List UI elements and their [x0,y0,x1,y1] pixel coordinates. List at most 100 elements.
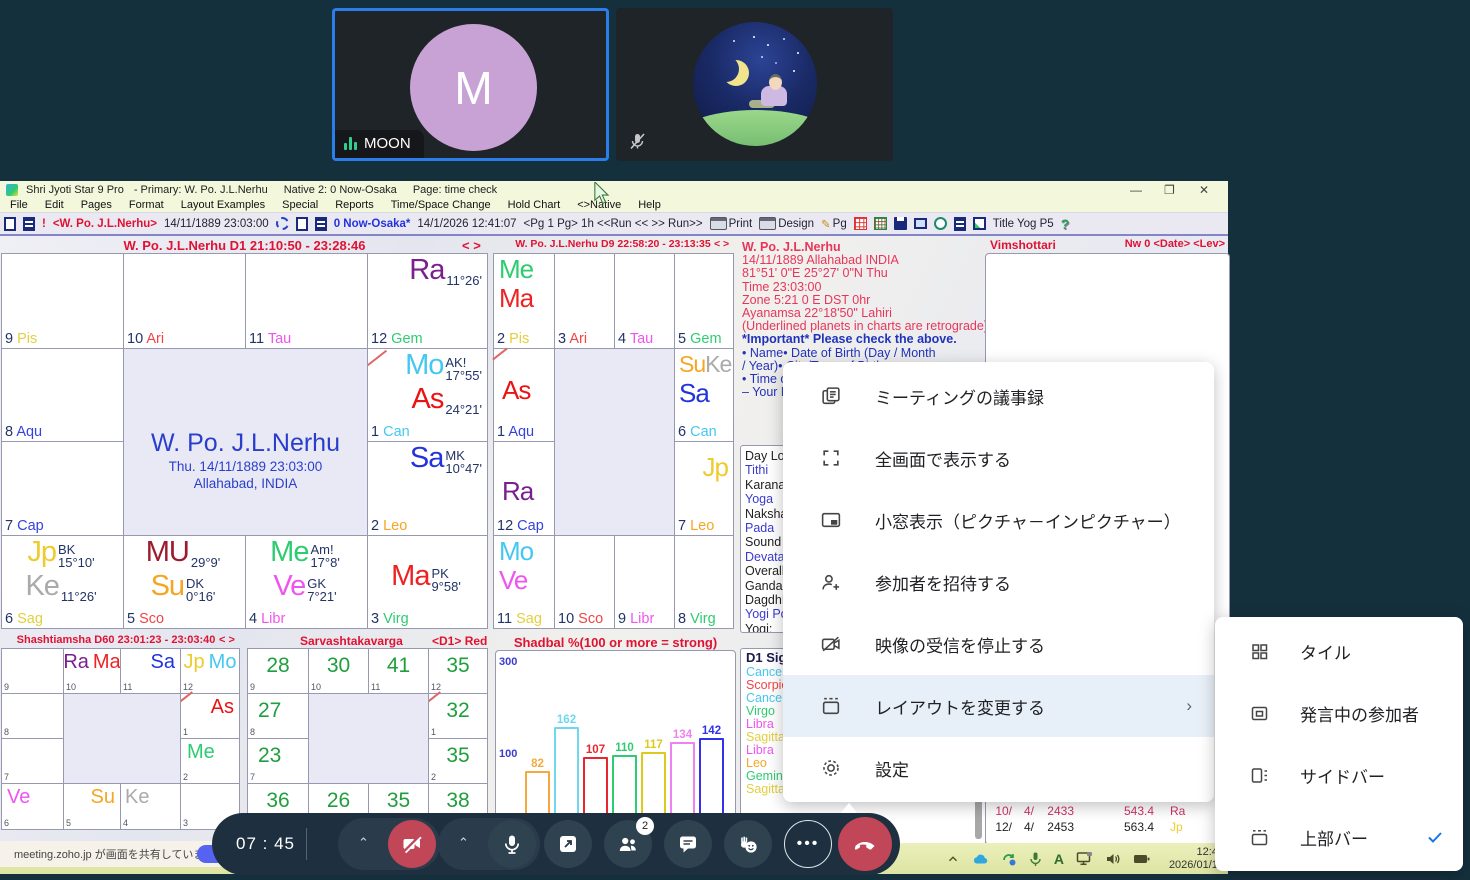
screen-share-banner: meeting.zoho.jp が画面を共有しています。 [0,841,246,867]
menu-hold-chart[interactable]: Hold Chart [508,199,561,211]
layout-submenu: タイル 発言中の参加者 サイドバー 上部バー [1215,617,1463,871]
d60-nav-arrows[interactable]: < > [219,634,235,646]
print-label[interactable]: Print [729,218,753,230]
design-label[interactable]: Design [778,218,814,230]
reactions-button[interactable] [724,820,772,868]
planet-entry: MU29°9' [146,538,220,569]
minimize-button[interactable]: — [1130,183,1142,197]
menu-pages[interactable]: Pages [81,199,112,211]
d9-nav-arrows[interactable]: < > [714,238,729,250]
grid-multi-icon[interactable] [874,217,887,230]
y-tick: 100 [499,748,517,760]
cloud-icon[interactable] [972,852,989,866]
battery-icon[interactable] [1133,853,1150,865]
app-title-native2: Native 2: 0 Now-Osaka [284,184,397,196]
menu-item-settings[interactable]: 設定 [783,737,1214,799]
participants-badge: 2 [636,817,654,835]
menu-edit[interactable]: Edit [45,199,64,211]
print-icon[interactable] [710,217,727,230]
native2-selector[interactable]: 0 Now-Osaka* [334,218,411,230]
submenu-item-top-bar[interactable]: 上部バー [1215,806,1463,868]
submenu-item-label: サイドバー [1300,763,1385,788]
end-call-button[interactable] [838,817,892,871]
video-tile-moon[interactable]: M MOON [332,8,609,161]
title-yog-label[interactable]: Title Yog P5 [993,218,1054,230]
fullscreen-icon [820,447,842,469]
mic-toggle-button[interactable] [488,820,536,868]
menu-item-label: 全画面で表示する [875,446,1011,471]
avatar-image [693,22,817,146]
submenu-item-sidebar[interactable]: サイドバー [1215,744,1463,806]
menu-reports[interactable]: Reports [335,199,374,211]
d60-cell: 7 [1,738,64,784]
open-chart2-icon[interactable] [315,217,327,231]
d1-cell: MeAm!17°8' VeGK7°21' 4 Libr [245,535,368,629]
d1-cell: 8 Aqu [1,348,124,442]
video-tile-2[interactable] [616,8,893,161]
menu-help[interactable]: Help [638,199,661,211]
taskbar-clock[interactable]: 12:41 2026/01/14 [1152,846,1224,871]
native1-selector[interactable]: <W. Po. J.L.Nerhu> [53,218,157,230]
sign-row: Leo [746,756,767,770]
clock-icon[interactable] [934,217,947,230]
chat-button[interactable] [664,820,712,868]
maximize-button[interactable]: ❐ [1164,183,1175,197]
refresh-icon[interactable] [276,217,289,230]
vim-header-right: Nw 0 <Date> <Lev> [1100,238,1225,250]
planet-entry: Ke11°26' [25,572,96,603]
planet-entry: SuKe [679,351,731,377]
menu-layout-examples[interactable]: Layout Examples [181,199,265,211]
menu-item-change-layout[interactable]: レイアウトを変更する › [783,675,1214,737]
menu-special[interactable]: Special [282,199,318,211]
tray-chevron-icon[interactable] [946,852,960,866]
sav-cell: 278 [247,693,309,739]
speaker-icon[interactable] [1105,852,1121,866]
sync-icon[interactable] [1001,851,1017,867]
submenu-item-tile[interactable]: タイル [1215,620,1463,682]
menu-item-fullscreen[interactable]: 全画面で表示する [783,427,1214,489]
menu-time-space-change[interactable]: Time/Space Change [391,199,491,211]
screen-icon[interactable] [914,218,927,229]
pencil-icon[interactable]: ✎ [821,217,831,231]
mic-options-chevron[interactable]: ⌃ [458,835,469,851]
top-bar-layout-icon [1249,827,1270,848]
d60-cell: Ke4 [120,783,181,830]
planet-entry: Ra11°26' [409,256,482,287]
ime-icon[interactable]: A [1054,851,1064,867]
new-chart-icon[interactable] [4,217,16,231]
pg-label[interactable]: Pg [833,218,847,230]
save-icon[interactable] [894,217,907,230]
native-place: Allahabad, INDIA [194,475,298,492]
y-tick: 300 [499,656,517,668]
submenu-item-active-speaker[interactable]: 発言中の参加者 [1215,682,1463,744]
menu-item-invite-participants[interactable]: 参加者を招待する [783,551,1214,613]
planet-entry: As [502,377,530,403]
chart-icon[interactable] [973,217,986,230]
menu-item-meeting-notes[interactable]: ミーティングの議事録 [783,365,1214,427]
close-button[interactable]: ✕ [1199,183,1209,197]
camera-toggle-button[interactable] [388,820,436,868]
d60-cell: 9 [1,648,64,694]
menu-format[interactable]: Format [129,199,164,211]
d1-nav-arrows[interactable]: < > [462,238,481,253]
report-icon[interactable] [954,217,966,231]
display-icon[interactable] [1076,851,1093,866]
tray-mic-icon[interactable] [1029,851,1042,867]
sav-cell: 4111 [368,648,429,694]
menu-item-picture-in-picture[interactable]: 小窓表示（ピクチャ－インピクチャー） [783,489,1214,551]
vim-title: Vimshottari [990,238,1056,252]
sav-cell: 321 [428,693,488,739]
help-icon[interactable]: ? [1061,216,1070,232]
open-chart-icon[interactable] [23,217,35,231]
page-run-nav[interactable]: <Pg 1 Pg> 1h <<Run << >> Run>> [524,218,703,230]
camera-options-chevron[interactable]: ⌃ [358,835,369,851]
grid-red-icon[interactable] [854,217,867,230]
alert-icon[interactable]: ! [42,218,46,230]
share-screen-button[interactable] [544,820,592,868]
more-options-button[interactable]: ••• [784,820,832,868]
design-icon[interactable] [759,217,776,230]
new-chart2-icon[interactable] [296,217,308,231]
menu-item-stop-receiving-video[interactable]: 映像の受信を停止する [783,613,1214,675]
avatar-initial: M [454,61,492,115]
menu-file[interactable]: File [10,199,28,211]
